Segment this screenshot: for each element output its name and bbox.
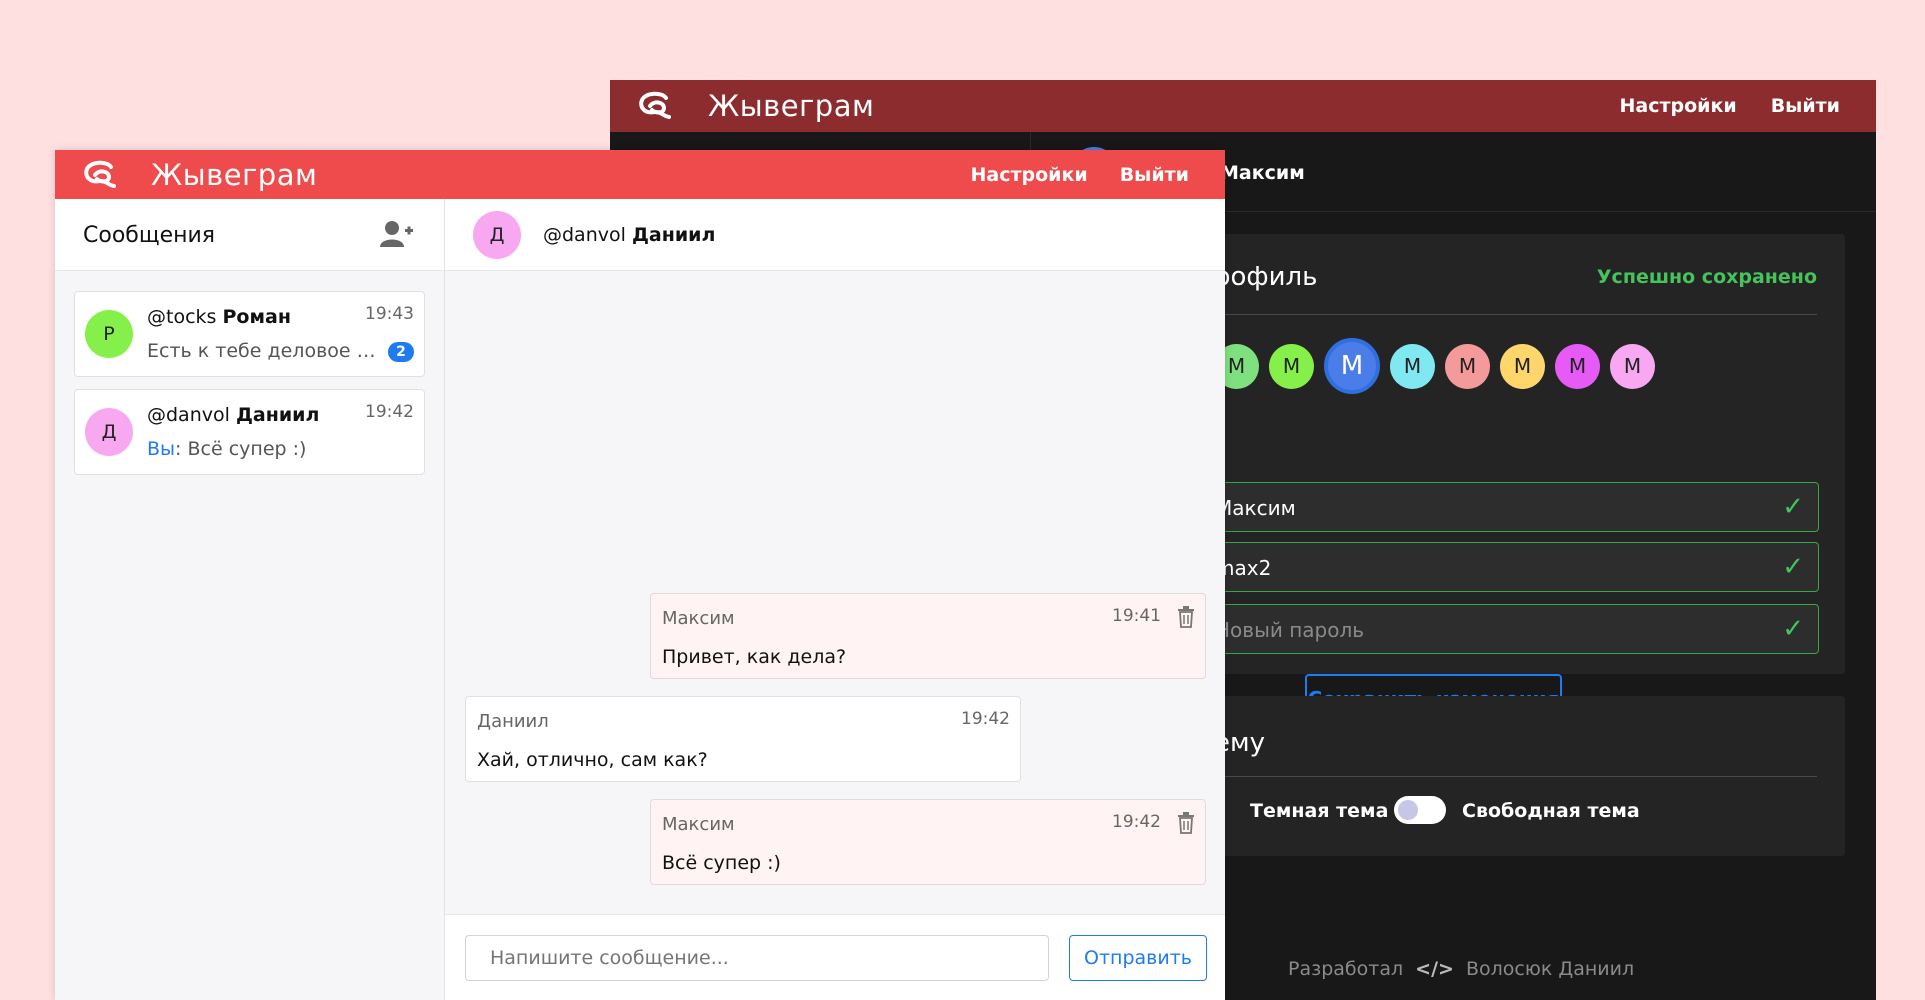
theme-card: ему Темная тема Свободная тема [1200,696,1845,856]
theme-toggle[interactable] [1394,796,1446,824]
app-brand[interactable]: Жывеграм [151,158,317,192]
footer-author[interactable]: Волосюк Даниил [1466,958,1634,980]
saved-status: Успешно сохранено [1596,266,1817,288]
color-option-label: М [1568,354,1587,378]
message-bubble: Даниил 19:42 Хай, отлично, сам как? [465,696,1021,782]
message-composer: Отправить [445,914,1225,1000]
message-input[interactable] [465,935,1049,981]
message-text: Всё супер :) [662,852,781,874]
color-option-label: М [1403,354,1422,378]
sidebar-title: Сообщения [83,223,216,248]
color-option-pink[interactable]: М [1610,343,1655,389]
light-navbar: Жывеграм Настройки Выйти [55,150,1225,199]
divider [1214,314,1817,315]
color-option-label: М [1227,354,1246,378]
profile-card: рофиль Успешно сохранено М М М М М М М М… [1200,234,1845,724]
password-field[interactable]: Новый пароль ✓ [1200,604,1819,654]
chat-panel: Д @danvol Даниил Максим 19:41 Привет, ка… [445,199,1225,1000]
message-bubble: Максим 19:42 Всё супер :) [650,799,1206,885]
color-option-label: М [1340,351,1364,381]
message-author: Даниил [477,711,549,732]
nav-settings-link[interactable]: Настройки [971,164,1088,186]
light-chat-window: Жывеграм Настройки Выйти Сообщения Р @to… [55,150,1225,1000]
trash-icon[interactable] [1177,606,1195,628]
app-brand[interactable]: Жывеграм [708,89,874,123]
conversation-username: @danvol [147,404,230,426]
chat-name: Даниил [631,224,716,246]
chat-username: @danvol [543,224,626,246]
message-bubble: Максим 19:41 Привет, как дела? [650,593,1206,679]
dark-navbar: Жывеграм Настройки Выйти [610,80,1876,132]
message-time: 19:41 [1112,606,1161,626]
divider [1214,776,1817,777]
app-logo-icon[interactable] [81,155,125,195]
color-option-blue-selected[interactable]: М [1324,338,1380,394]
free-theme-label: Свободная тема [1462,800,1640,822]
conversation-title: @danvol Даниил [147,404,319,426]
code-icon: </> [1415,958,1454,980]
send-button[interactable]: Отправить [1069,935,1207,981]
conversation-name: Даниил [235,404,320,426]
conversation-preview: Вы: Всё супер :) [147,438,307,460]
check-icon: ✓ [1782,552,1804,582]
color-option-lime[interactable]: М [1269,343,1314,389]
avatar-color-picker: М М М М М М М М [1214,338,1655,394]
message-time: 19:42 [1112,812,1161,832]
conversation-time: 19:42 [365,402,414,422]
message-text: Хай, отлично, сам как? [477,749,708,771]
unread-badge: 2 [388,342,414,362]
color-option-cyan[interactable]: М [1390,343,1435,389]
conversation-time: 19:43 [365,304,414,324]
message-text: Привет, как дела? [662,646,847,668]
color-option-label: М [1513,354,1532,378]
password-field-placeholder: Новый пароль [1215,618,1365,642]
add-user-icon[interactable] [380,219,414,249]
color-option-label: М [1282,354,1301,378]
message-author: Максим [662,608,735,629]
login-field[interactable]: max2 ✓ [1200,542,1819,592]
color-option-magenta[interactable]: М [1555,343,1600,389]
avatar: Д [85,408,133,456]
preview-prefix-you: Вы [147,438,176,460]
conversation-name: Роман [222,306,291,328]
color-option-label: М [1623,354,1642,378]
conversation-title: @tocks Роман [147,306,291,328]
footer-prefix: Разработал [1288,958,1404,980]
avatar: Д [473,211,521,259]
nav-settings-link[interactable]: Настройки [1620,95,1737,117]
nav-logout-link[interactable]: Выйти [1771,95,1840,117]
color-option-label: М [1458,354,1477,378]
color-option-salmon[interactable]: М [1445,343,1490,389]
conversation-username: @tocks [147,306,217,328]
conversation-item[interactable]: Р @tocks Роман 19:43 Есть к тебе деловое… [74,291,425,377]
avatar: Р [85,310,133,358]
footer: Разработал </> Волосюк Даниил [1288,958,1634,980]
conversations-sidebar: Сообщения Р @tocks Роман 19:43 Есть к те… [55,199,445,1000]
message-author: Максим [662,814,735,835]
name-field[interactable]: Максим ✓ [1200,482,1819,532]
app-logo-icon[interactable] [636,86,680,126]
chat-header-name: Максим [1220,162,1305,184]
conversation-preview: Есть к тебе деловое предложение [147,340,382,362]
conversation-item[interactable]: Д @danvol Даниил 19:42 Вы: Всё супер :) [74,389,425,475]
preview-text: Всё супер :) [187,438,307,460]
nav-logout-link[interactable]: Выйти [1120,164,1189,186]
dark-theme-label: Темная тема [1250,800,1389,822]
check-icon: ✓ [1782,492,1804,522]
profile-title: рофиль [1214,262,1318,292]
name-field-value: Максим [1215,496,1296,520]
chat-header-title: @danvol Даниил [543,224,715,246]
message-time: 19:42 [961,709,1010,729]
color-option-yellow[interactable]: М [1500,343,1545,389]
trash-icon[interactable] [1177,812,1195,834]
chat-header: Д @danvol Даниил [445,199,1225,271]
check-icon: ✓ [1782,614,1804,644]
sidebar-header: Сообщения [55,199,444,271]
